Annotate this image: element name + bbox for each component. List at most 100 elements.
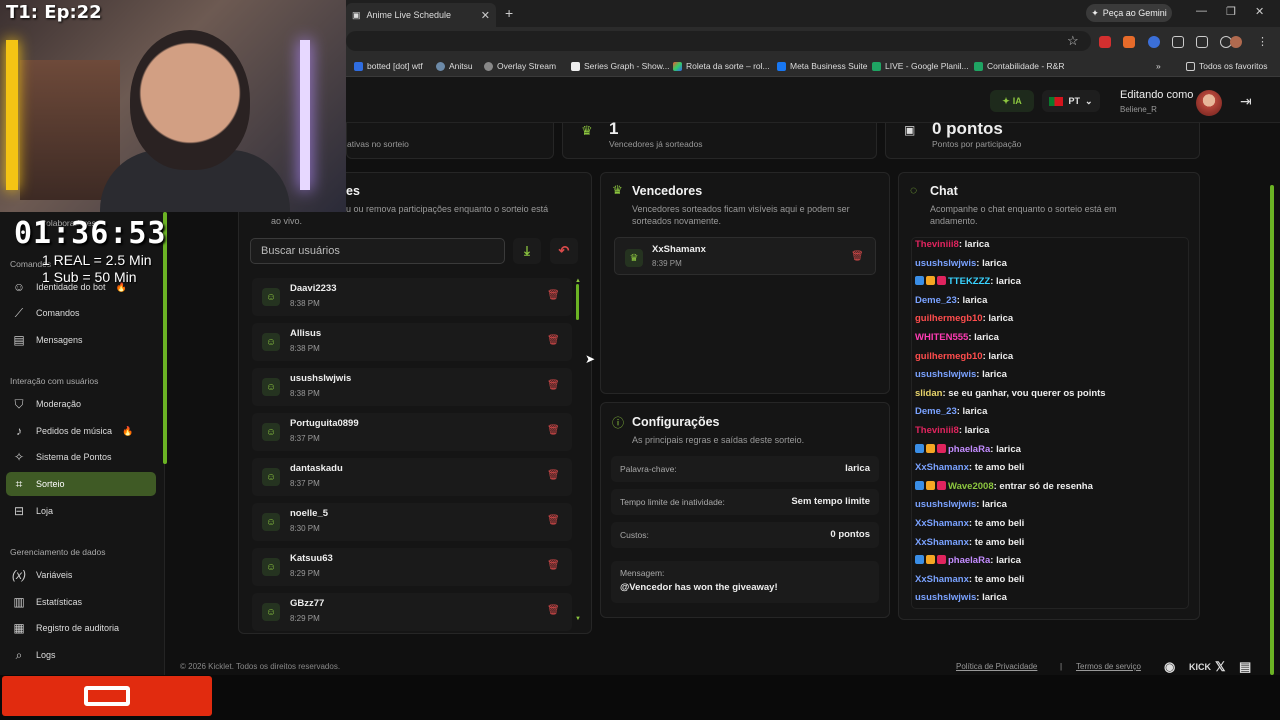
language-selector[interactable]: PT ⌄	[1042, 90, 1100, 112]
chat-username[interactable]: usushslwjwis	[915, 499, 976, 510]
maximize-icon[interactable]: ❐	[1226, 5, 1236, 18]
chat-username[interactable]: usushslwjwis	[915, 258, 976, 269]
extension-icon[interactable]	[1099, 36, 1111, 48]
chat-username[interactable]: Theviniii8	[915, 239, 959, 250]
sidebar-item-giveaway[interactable]: ⌗ Sorteio	[6, 472, 156, 496]
bookmark-item[interactable]: Contabilidade - R&R	[974, 61, 1064, 71]
chat-username[interactable]: XxShamanx	[915, 462, 969, 473]
chat-username[interactable]: WHITEN555	[915, 332, 968, 343]
bookmark-item[interactable]: Anitsu	[436, 61, 473, 71]
all-bookmarks-item[interactable]: Todos os favoritos	[1186, 61, 1268, 71]
download-button[interactable]: ⤓	[513, 238, 541, 264]
trash-icon[interactable]: 🗑	[547, 515, 560, 526]
bookmark-item[interactable]: botted [dot] wtf	[354, 61, 423, 71]
undo-button[interactable]: ↶	[550, 238, 578, 264]
trash-icon[interactable]: 🗑	[547, 605, 560, 616]
chat-username[interactable]: Wave2008	[948, 481, 994, 492]
url-input[interactable]	[346, 31, 1091, 51]
browser-menu-icon[interactable]: ⋮	[1257, 35, 1268, 48]
language-label: PT	[1068, 96, 1080, 106]
document-icon[interactable]: ▤	[1239, 659, 1251, 675]
participant-item[interactable]: ☺ dantaskadu 8:37 PM 🗑	[252, 458, 572, 496]
chat-username[interactable]: slidan	[915, 388, 942, 399]
bookmark-item[interactable]: Meta Business Suite	[777, 61, 867, 71]
gemini-button[interactable]: ✦ Peça ao Gemini	[1086, 4, 1172, 22]
chat-username[interactable]: guilhermegb10	[915, 351, 983, 362]
participants-scrollbar[interactable]	[576, 284, 579, 320]
extension-icon[interactable]	[1123, 36, 1135, 48]
chat-username[interactable]: TTEKZZZ	[948, 276, 990, 287]
scroll-down-icon[interactable]: ▼	[575, 616, 581, 622]
trash-icon[interactable]: 🗑	[547, 335, 560, 346]
sidebar-item-variables[interactable]: (x) Variáveis	[6, 563, 156, 587]
sidebar-item-label: Comandos	[36, 308, 80, 318]
chat-username[interactable]: phaelaRa	[948, 555, 990, 566]
trash-icon[interactable]: 🗑	[547, 425, 560, 436]
trash-icon[interactable]: 🗑	[547, 470, 560, 481]
bookmarks-overflow-icon[interactable]: »	[1156, 61, 1161, 71]
new-tab-icon[interactable]: +	[505, 5, 513, 21]
extensions-puzzle-icon[interactable]	[1196, 36, 1208, 48]
trash-icon[interactable]: 🗑	[547, 290, 560, 301]
participant-item[interactable]: ☺ noelle_5 8:30 PM 🗑	[252, 503, 572, 541]
chat-username[interactable]: phaelaRa	[948, 444, 990, 455]
participant-item[interactable]: ☺ Katsuu63 8:29 PM 🗑	[252, 548, 572, 586]
bookmark-item[interactable]: Series Graph - Show...	[571, 61, 670, 71]
bookmark-item[interactable]: Roleta da sorte – rol...	[673, 61, 770, 71]
extension-icon[interactable]	[1172, 36, 1184, 48]
sidebar-item-store[interactable]: ⊟ Loja	[6, 499, 156, 523]
profile-avatar[interactable]	[1230, 36, 1242, 48]
x-twitter-icon[interactable]: 𝕏	[1215, 659, 1225, 675]
close-window-icon[interactable]: ✕	[1255, 5, 1264, 18]
sidebar-item-statistics[interactable]: ▥ Estatísticas	[6, 590, 156, 614]
chat-username[interactable]: Deme_23	[915, 406, 957, 417]
browser-tab[interactable]: ▣ Anime Live Schedule ✕	[346, 3, 496, 27]
trash-icon[interactable]: 🗑	[547, 560, 560, 571]
page-scrollbar[interactable]	[1270, 185, 1274, 675]
winner-item[interactable]: ♛ XxShamanx 8:39 PM 🗑	[614, 237, 876, 275]
search-users-input[interactable]: Buscar usuários	[250, 238, 505, 264]
logout-icon[interactable]: ⇥	[1240, 93, 1252, 110]
bookmark-item[interactable]: Overlay Stream	[484, 61, 556, 71]
privacy-link[interactable]: Política de Privacidade	[956, 662, 1037, 671]
chat-username[interactable]: Deme_23	[915, 295, 957, 306]
trash-icon[interactable]: 🗑	[547, 380, 560, 391]
chat-username[interactable]: guilhermegb10	[915, 313, 983, 324]
sidebar-item-music-requests[interactable]: ♪ Pedidos de música 🔥	[6, 419, 156, 443]
chat-username[interactable]: usushslwjwis	[915, 369, 976, 380]
chat-message: XxShamanx: te amo beli	[915, 537, 1024, 548]
sidebar-item-messages[interactable]: ▤ Mensagens	[6, 328, 156, 352]
chat-username[interactable]: usushslwjwis	[915, 592, 976, 603]
sidebar-item-label: Variáveis	[36, 570, 73, 580]
terms-link[interactable]: Termos de serviço	[1076, 662, 1141, 671]
sidebar-item-commands[interactable]: ⟋ Comandos	[6, 301, 156, 325]
user-avatar[interactable]	[1196, 90, 1222, 116]
chat-username[interactable]: Theviniii8	[915, 425, 959, 436]
discord-icon[interactable]: ◉	[1164, 659, 1175, 675]
config-key: Palavra-chave:	[620, 464, 677, 474]
participant-item[interactable]: ☺ GBzz77 8:29 PM 🗑	[252, 593, 572, 631]
kick-icon[interactable]: KICK	[1189, 662, 1211, 672]
bookmark-star-icon[interactable]: ☆	[1067, 33, 1079, 49]
chat-username[interactable]: XxShamanx	[915, 518, 969, 529]
minimize-icon[interactable]: —	[1196, 5, 1207, 17]
wand-icon: ⟋	[14, 305, 24, 320]
sidebar-item-audit-log[interactable]: ▦ Registro de auditoria	[6, 616, 156, 640]
extension-icon[interactable]	[1148, 36, 1160, 48]
participant-item[interactable]: ☺ Daavi2233 8:38 PM 🗑	[252, 278, 572, 316]
participant-item[interactable]: ☺ Allisus 8:38 PM 🗑	[252, 323, 572, 361]
close-tab-icon[interactable]: ✕	[481, 9, 490, 22]
bookmark-item[interactable]: LIVE - Google Planil...	[872, 61, 969, 71]
trash-icon[interactable]: 🗑	[851, 251, 864, 262]
chat-username[interactable]: XxShamanx	[915, 574, 969, 585]
chat-username[interactable]: XxShamanx	[915, 537, 969, 548]
user-icon: ☺	[262, 558, 280, 576]
participant-item[interactable]: ☺ usushslwjwis 8:38 PM 🗑	[252, 368, 572, 406]
participant-item[interactable]: ☺ Portuguita0899 8:37 PM 🗑	[252, 413, 572, 451]
webcam-background	[20, 60, 120, 200]
sidebar-item-points-system[interactable]: ✧ Sistema de Pontos	[6, 445, 156, 469]
sidebar-item-moderation[interactable]: ⛉ Moderação	[6, 392, 156, 416]
ai-button[interactable]: ✦ IA	[990, 90, 1034, 112]
sidebar-item-logs[interactable]: ⌕ Logs	[6, 643, 156, 667]
scroll-up-icon[interactable]: ▲	[575, 278, 581, 284]
